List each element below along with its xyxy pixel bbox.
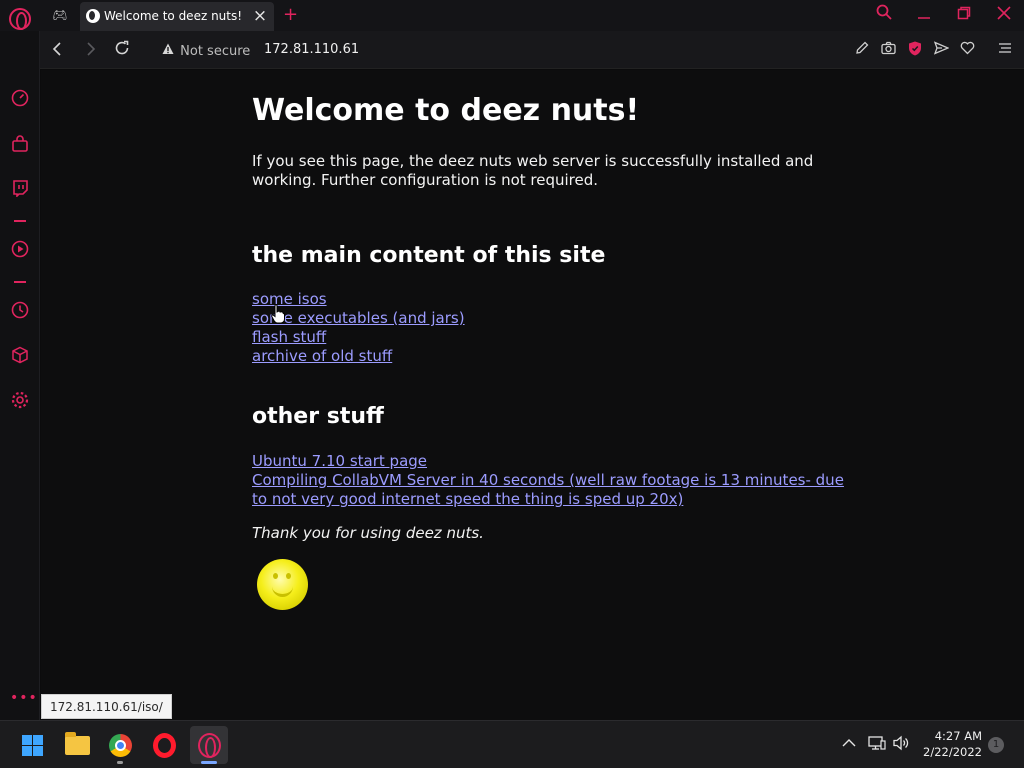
cube-icon[interactable] (10, 346, 30, 366)
plus-icon[interactable]: + (283, 5, 298, 25)
chevron-up-icon[interactable] (842, 735, 856, 753)
edit-icon[interactable] (853, 41, 871, 59)
history-icon[interactable] (10, 301, 30, 321)
opera-gx-button[interactable] (190, 726, 228, 764)
screen: 🎮︎ Welcome to deez nuts! × + ••• Not sec… (0, 0, 1024, 768)
send-icon[interactable] (932, 41, 950, 59)
forward-icon[interactable] (79, 39, 101, 61)
opera-logo-icon[interactable] (9, 8, 31, 30)
notification-badge[interactable]: 1 (988, 737, 1004, 753)
clock-date: 2/22/2022 (923, 745, 982, 759)
tab-strip: 🎮︎ Welcome to deez nuts! × + (0, 0, 1024, 31)
system-clock[interactable]: 4:27 AM 2/22/2022 (918, 728, 982, 760)
back-icon[interactable] (47, 39, 69, 61)
page-title: Welcome to deez nuts! (252, 93, 640, 128)
bag-icon[interactable] (10, 135, 30, 155)
warning-icon (162, 43, 176, 58)
shield-icon[interactable] (906, 41, 924, 59)
running-indicator (117, 761, 123, 764)
volume-icon[interactable] (893, 735, 911, 756)
close-icon[interactable]: × (250, 6, 270, 26)
opera-button[interactable] (145, 726, 183, 764)
tab-title: Welcome to deez nuts! (104, 9, 243, 23)
intro-paragraph: If you see this page, the deez nuts web … (252, 152, 814, 189)
main-links-list: some isos some executables (and jars) fl… (252, 290, 852, 366)
thank-you-text: Thank you for using deez nuts. (252, 524, 484, 542)
reload-icon[interactable] (111, 39, 133, 61)
address-toolbar: Not secure 172.81.110.61 (40, 31, 1024, 69)
twitch-icon[interactable] (10, 179, 30, 199)
link-collabvm-video[interactable]: Compiling CollabVM Server in 40 seconds … (252, 471, 852, 509)
more-icon[interactable]: ••• (10, 691, 37, 705)
taskbar: 4:27 AM 2/22/2022 1 (0, 720, 1024, 768)
status-url-bubble: 172.81.110.61/iso/ (41, 694, 172, 719)
page-body: Welcome to deez nuts! If you see this pa… (252, 90, 852, 610)
chrome-button[interactable] (101, 726, 139, 764)
page-viewport: Welcome to deez nuts! If you see this pa… (41, 70, 1024, 720)
close-window-icon[interactable] (990, 4, 1018, 26)
folder-icon (65, 732, 90, 755)
main-content-heading: the main content of this site (252, 243, 606, 268)
opera-icon (153, 733, 176, 758)
chrome-icon (109, 734, 132, 757)
camera-icon[interactable] (879, 41, 897, 59)
link-flash-stuff[interactable]: flash stuff (252, 328, 852, 347)
settings-icon[interactable] (10, 391, 30, 411)
link-some-executables[interactable]: some executables (and jars) (252, 309, 852, 328)
sidebar-separator (14, 281, 26, 283)
restore-icon[interactable] (950, 4, 978, 26)
menu-icon[interactable] (996, 41, 1014, 59)
smiley-face-image (257, 559, 308, 610)
link-ubuntu-start-page[interactable]: Ubuntu 7.10 start page (252, 452, 852, 471)
heart-icon[interactable] (958, 41, 976, 59)
hand-cursor-icon (271, 304, 285, 324)
file-explorer-button[interactable] (58, 726, 96, 764)
opera-gx-icon (198, 733, 221, 758)
link-some-isos[interactable]: some isos (252, 290, 852, 309)
search-icon[interactable] (870, 4, 898, 26)
active-indicator (201, 761, 217, 764)
address-bar[interactable]: 172.81.110.61 (264, 42, 359, 57)
gx-control-icon[interactable]: 🎮︎ (51, 8, 69, 22)
speed-dial-icon[interactable] (10, 89, 30, 109)
sidebar: ••• (0, 31, 40, 720)
network-icon[interactable] (868, 735, 886, 756)
globe-favicon-icon (86, 9, 100, 23)
other-links-list: Ubuntu 7.10 start page Compiling CollabV… (252, 452, 852, 509)
start-button[interactable] (13, 726, 51, 764)
clock-time: 4:27 AM (934, 729, 982, 743)
windows-logo-icon (22, 735, 43, 756)
other-stuff-heading: other stuff (252, 404, 384, 429)
security-label: Not secure (180, 44, 251, 59)
sidebar-separator (14, 220, 26, 222)
security-indicator[interactable]: Not secure (162, 43, 250, 59)
player-icon[interactable] (10, 240, 30, 260)
link-archive-old-stuff[interactable]: archive of old stuff (252, 347, 852, 366)
minimize-icon[interactable] (910, 4, 938, 26)
active-tab[interactable]: Welcome to deez nuts! × (80, 2, 274, 31)
